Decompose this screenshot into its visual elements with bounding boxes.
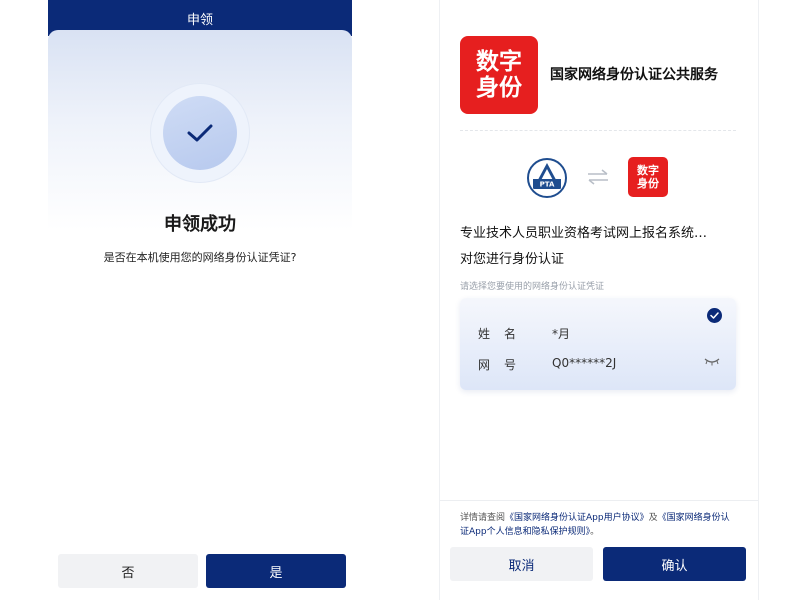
digital-identity-small-logo: 数字 身份 — [628, 157, 668, 197]
credential-number-row: 网号 Q0******2J — [478, 356, 616, 373]
right-button-row: 取消 确认 — [450, 547, 746, 581]
user-agreement-link[interactable]: 《国家网络身份认证App用户协议》 — [505, 513, 649, 523]
agreement-notice: 详情请查阅《国家网络身份认证App用户协议》及《国家网络身份认证App个人信息和… — [440, 500, 758, 544]
eye-closed-icon[interactable] — [704, 356, 720, 366]
cancel-button[interactable]: 取消 — [450, 547, 593, 581]
success-check-badge — [151, 84, 249, 182]
use-credential-question: 是否在本机使用您的网络身份认证凭证? — [103, 251, 297, 264]
left-button-row: 否 是 — [58, 554, 346, 588]
service-title: 国家网络身份认证公共服务 — [550, 67, 718, 83]
success-title: 申领成功 — [164, 214, 236, 235]
logo-line-2: 身份 — [476, 74, 522, 101]
no-button[interactable]: 否 — [58, 554, 198, 588]
credential-card[interactable]: 姓名 *月 网号 Q0******2J — [460, 298, 736, 390]
requesting-system-name: 专业技术人员职业资格考试网上报名系统… — [460, 226, 708, 241]
digital-identity-logo: 数字 身份 — [460, 36, 538, 114]
check-icon — [187, 124, 213, 142]
name-label: 姓名 — [478, 327, 531, 341]
check-circle — [163, 96, 237, 170]
small-logo-line-2: 身份 — [637, 177, 659, 190]
pta-logo-icon: PTA — [527, 158, 567, 198]
small-logo-line-1: 数字 — [637, 164, 659, 177]
selected-check-icon — [707, 308, 722, 323]
pta-logo-text: PTA — [540, 181, 555, 189]
swap-arrows-icon — [588, 169, 608, 185]
auth-request-text: 对您进行身份认证 — [460, 252, 565, 267]
confirm-button[interactable]: 确认 — [603, 547, 746, 581]
agreement-prefix: 详情请查阅 — [460, 513, 506, 523]
header-title: 申领 — [186, 12, 213, 28]
name-value: *月 — [552, 327, 571, 341]
choose-credential-hint: 请选择您要使用的网络身份认证凭证 — [460, 282, 605, 292]
left-screen: 申领 申领成功 是否在本机使用您的网络身份认证凭证? 否 是 — [48, 0, 352, 600]
logo-line-1: 数字 — [476, 48, 522, 75]
right-screen: 数字 身份 国家网络身份认证公共服务 PTA 数字 身份 专业技术人员职业资格考… — [440, 0, 758, 600]
yes-button[interactable]: 是 — [206, 554, 346, 588]
divider — [460, 130, 736, 131]
credential-name-row: 姓名 *月 — [478, 325, 570, 342]
number-value: Q0******2J — [552, 356, 617, 370]
agreement-suffix: 。 — [590, 527, 600, 537]
number-label: 网号 — [478, 358, 531, 372]
agreement-middle: 及 — [648, 513, 658, 523]
